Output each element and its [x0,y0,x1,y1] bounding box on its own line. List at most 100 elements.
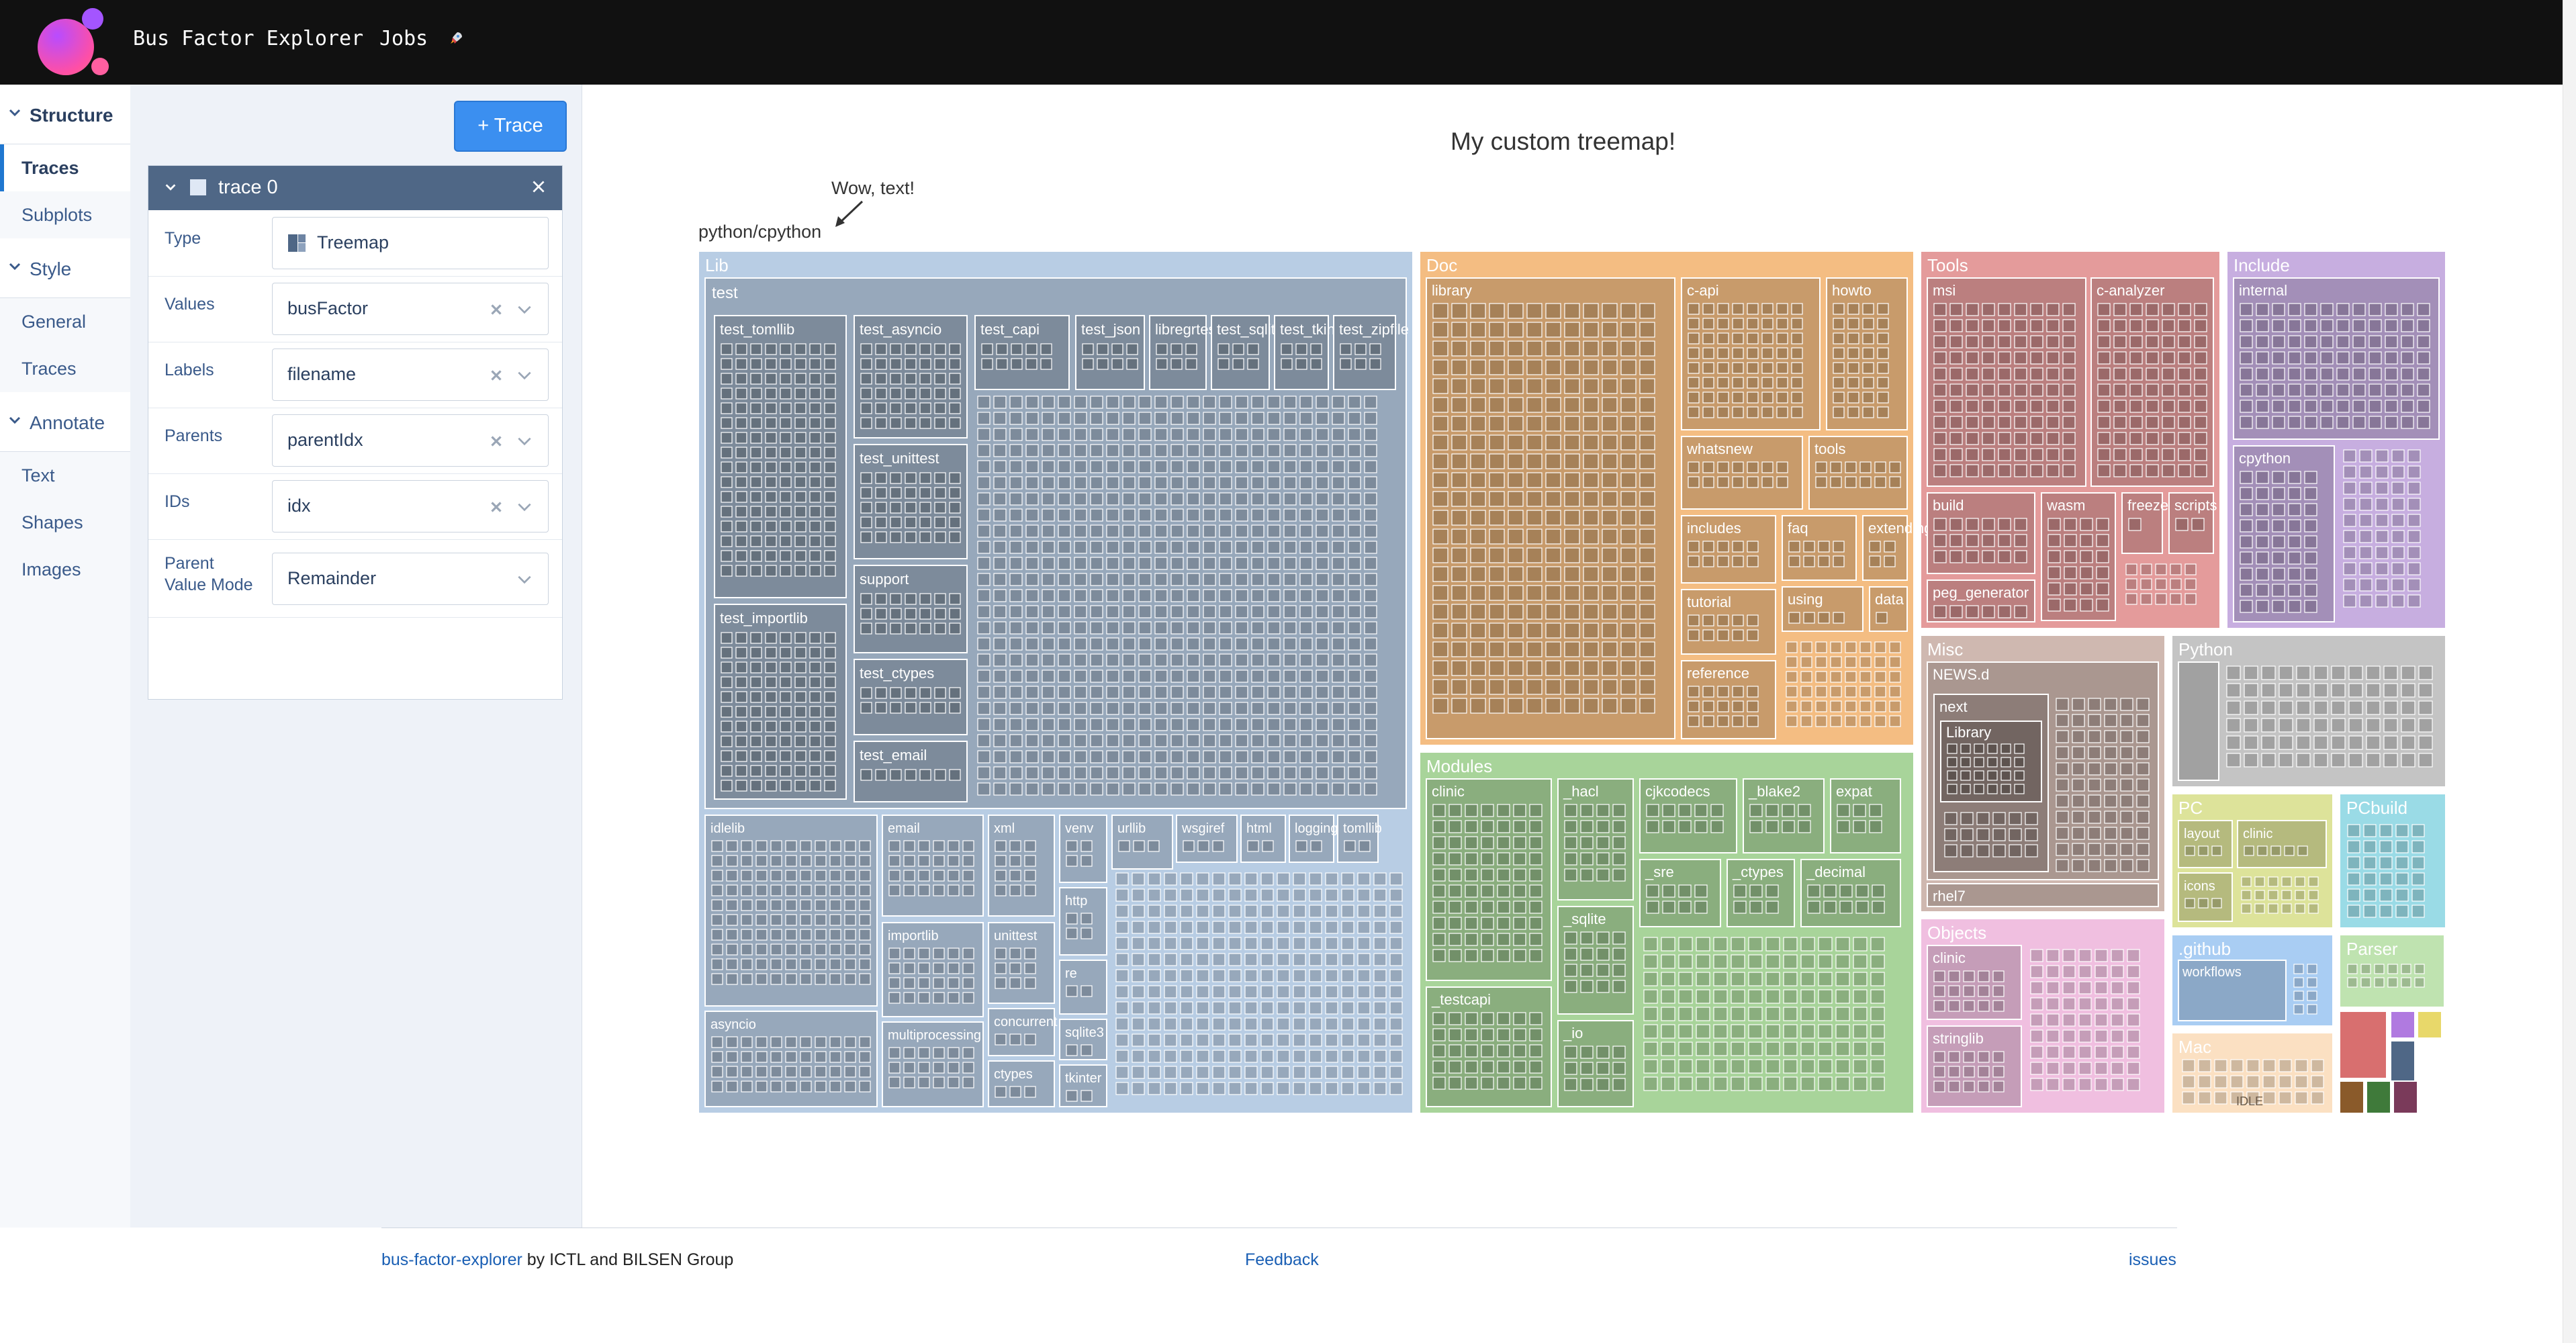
treemap-cell[interactable] [750,676,762,688]
treemap-cell[interactable] [1596,868,1610,882]
treemap-cell[interactable] [1639,660,1655,676]
treemap-cell[interactable] [1106,766,1119,780]
treemap-cell[interactable] [844,840,856,852]
treemap-cell[interactable] [1481,804,1494,817]
treemap-cell[interactable] [2078,981,2092,994]
treemap-cell[interactable] [1748,972,1763,986]
treemap-cell[interactable] [824,417,836,429]
treemap-cell[interactable] [2062,448,2076,461]
treemap-cell[interactable] [1800,700,1812,712]
treemap-cell[interactable] [1180,1033,1193,1047]
treemap-cell[interactable] [1203,637,1216,651]
treemap-cell[interactable] [1465,900,1478,914]
treemap-cell[interactable] [1244,969,1258,982]
treemap-cell[interactable] [1580,820,1594,833]
treemap-cell[interactable] [1040,343,1052,355]
treemap-cell[interactable] [1688,332,1700,344]
treemap-cell[interactable] [2014,351,2027,365]
treemap-cell[interactable] [2120,746,2133,759]
treemap-cell[interactable] [2178,351,2191,365]
treemap-cell[interactable] [1309,937,1322,950]
treemap-cell[interactable] [1889,671,1901,683]
treemap-cell[interactable] [1620,434,1637,451]
treemap-cell[interactable] [1489,340,1505,357]
treemap-cell[interactable] [2395,856,2409,870]
treemap-cell[interactable] [2304,551,2317,565]
treemap-cell[interactable] [794,506,807,518]
treemap-cell[interactable] [1732,347,1744,359]
treemap-cell[interactable] [1138,524,1152,538]
treemap-cell[interactable] [1295,358,1307,370]
treemap-cell[interactable] [770,840,782,852]
treemap-cell[interactable] [2343,498,2356,511]
treemap-cell[interactable] [1283,702,1297,715]
treemap-cell[interactable] [2336,367,2350,381]
treemap-cell[interactable] [2366,683,2381,698]
treemap-cell[interactable] [2379,824,2393,837]
treemap-cell[interactable] [1564,641,1580,657]
treemap-cell[interactable] [1025,492,1039,506]
treemap-cell[interactable] [2288,367,2301,381]
treemap-cell[interactable] [949,593,961,605]
treemap-cell[interactable] [721,343,733,355]
treemap-cell[interactable] [1267,508,1281,522]
treemap-cell[interactable] [2407,562,2421,575]
treemap-cell[interactable] [1348,766,1361,780]
treemap-cell[interactable] [1998,383,2011,397]
treemap-cell[interactable] [1451,528,1467,545]
treemap-cell[interactable] [829,1066,841,1078]
treemap-cell[interactable] [1982,605,1995,618]
treemap-cell[interactable] [2127,1046,2140,1059]
treemap-cell[interactable] [1564,1078,1577,1091]
treemap-cell[interactable] [1203,589,1216,602]
treemap-cell[interactable] [1373,1082,1387,1095]
treemap-cell[interactable] [815,899,827,911]
treemap-cell[interactable] [1470,641,1486,657]
treemap-cell[interactable] [2030,400,2043,413]
treemap-cell[interactable] [2256,487,2269,500]
treemap-cell[interactable] [1731,1024,1745,1039]
treemap-cell[interactable] [1583,528,1599,545]
treemap-cell[interactable] [1688,406,1700,418]
treemap-cell[interactable] [2072,794,2085,808]
treemap-cell[interactable] [1545,585,1561,601]
treemap-cell[interactable] [1489,604,1505,620]
treemap-cell[interactable] [711,1051,723,1063]
treemap-cell[interactable] [1267,541,1281,554]
treemap-cell[interactable] [809,550,821,562]
treemap-cell[interactable] [888,947,901,960]
treemap-cell[interactable] [809,343,821,355]
treemap-cell[interactable] [1978,970,1990,982]
treemap-cell[interactable] [780,461,792,473]
treemap-cell[interactable] [726,973,738,985]
treemap-cell[interactable] [2374,964,2385,974]
treemap-cell[interactable] [1154,476,1168,490]
treemap-cell[interactable] [1717,303,1729,315]
treemap-cell[interactable] [1564,622,1580,639]
treemap-cell[interactable] [1122,508,1136,522]
treemap-cell[interactable] [2295,1059,2308,1072]
treemap-cell[interactable] [1612,1078,1626,1091]
treemap-cell[interactable] [1948,985,1960,997]
treemap-cell[interactable] [977,750,991,763]
treemap-cell[interactable] [2194,400,2207,413]
treemap-cell[interactable] [2162,400,2175,413]
treemap-cell[interactable] [794,780,807,792]
treemap-cell[interactable] [2320,319,2334,332]
treemap-cell[interactable] [995,977,1007,989]
treemap-cell[interactable] [2030,351,2043,365]
treemap-cell[interactable] [1470,510,1486,526]
treemap-cell[interactable] [2391,562,2405,575]
treemap-cell[interactable] [1489,322,1505,338]
treemap-cell[interactable] [721,661,733,674]
treemap-cell[interactable] [770,914,782,926]
treemap-cell[interactable] [1564,547,1580,563]
treemap-cell[interactable] [726,1051,738,1063]
treemap-cell[interactable] [2178,383,2191,397]
treemap-cell[interactable] [780,417,792,429]
treemap-cell[interactable] [1042,750,1055,763]
treemap-cell[interactable] [1267,557,1281,570]
treemap-cell[interactable] [750,691,762,703]
treemap-cell[interactable] [1688,347,1700,359]
treemap-cell[interactable] [824,402,836,414]
